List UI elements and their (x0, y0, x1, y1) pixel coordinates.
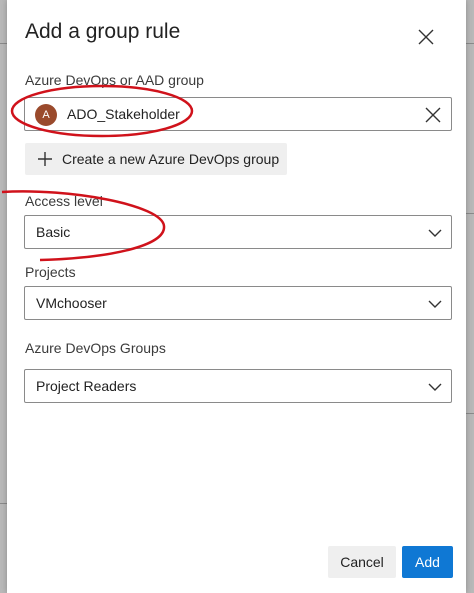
close-button[interactable] (411, 22, 441, 52)
projects-label: Projects (25, 264, 76, 280)
chevron-down-icon (428, 383, 442, 391)
close-icon (418, 29, 434, 45)
create-group-label: Create a new Azure DevOps group (62, 151, 280, 167)
devops-groups-dropdown[interactable]: Project Readers (24, 369, 452, 403)
create-group-button[interactable]: Create a new Azure DevOps group (25, 143, 287, 175)
projects-dropdown[interactable]: VMchooser (24, 286, 452, 320)
chevron-down-icon (428, 300, 442, 308)
close-icon (425, 107, 441, 123)
cancel-button[interactable]: Cancel (328, 546, 396, 578)
devops-groups-label: Azure DevOps Groups (25, 340, 166, 356)
projects-value: VMchooser (36, 295, 107, 311)
plus-icon (38, 152, 52, 166)
dialog-title: Add a group rule (25, 20, 181, 43)
add-group-rule-dialog: Add a group rule Azure DevOps or AAD gro… (7, 0, 466, 593)
access-level-value: Basic (36, 224, 71, 240)
group-field-label: Azure DevOps or AAD group (25, 72, 204, 88)
backdrop-divider (466, 413, 474, 414)
group-picker[interactable]: A ADO_Stakeholder (24, 97, 452, 131)
selected-group: ADO_Stakeholder (67, 106, 180, 122)
backdrop-divider (466, 43, 474, 44)
devops-groups-value: Project Readers (36, 378, 137, 394)
add-button[interactable]: Add (402, 546, 453, 578)
access-level-label: Access level (25, 193, 103, 209)
clear-group-button[interactable] (423, 105, 443, 125)
chevron-down-icon (428, 229, 442, 237)
access-level-dropdown[interactable]: Basic (24, 215, 452, 249)
backdrop-divider (466, 213, 474, 214)
backdrop-right (466, 0, 474, 593)
avatar: A (35, 104, 57, 126)
